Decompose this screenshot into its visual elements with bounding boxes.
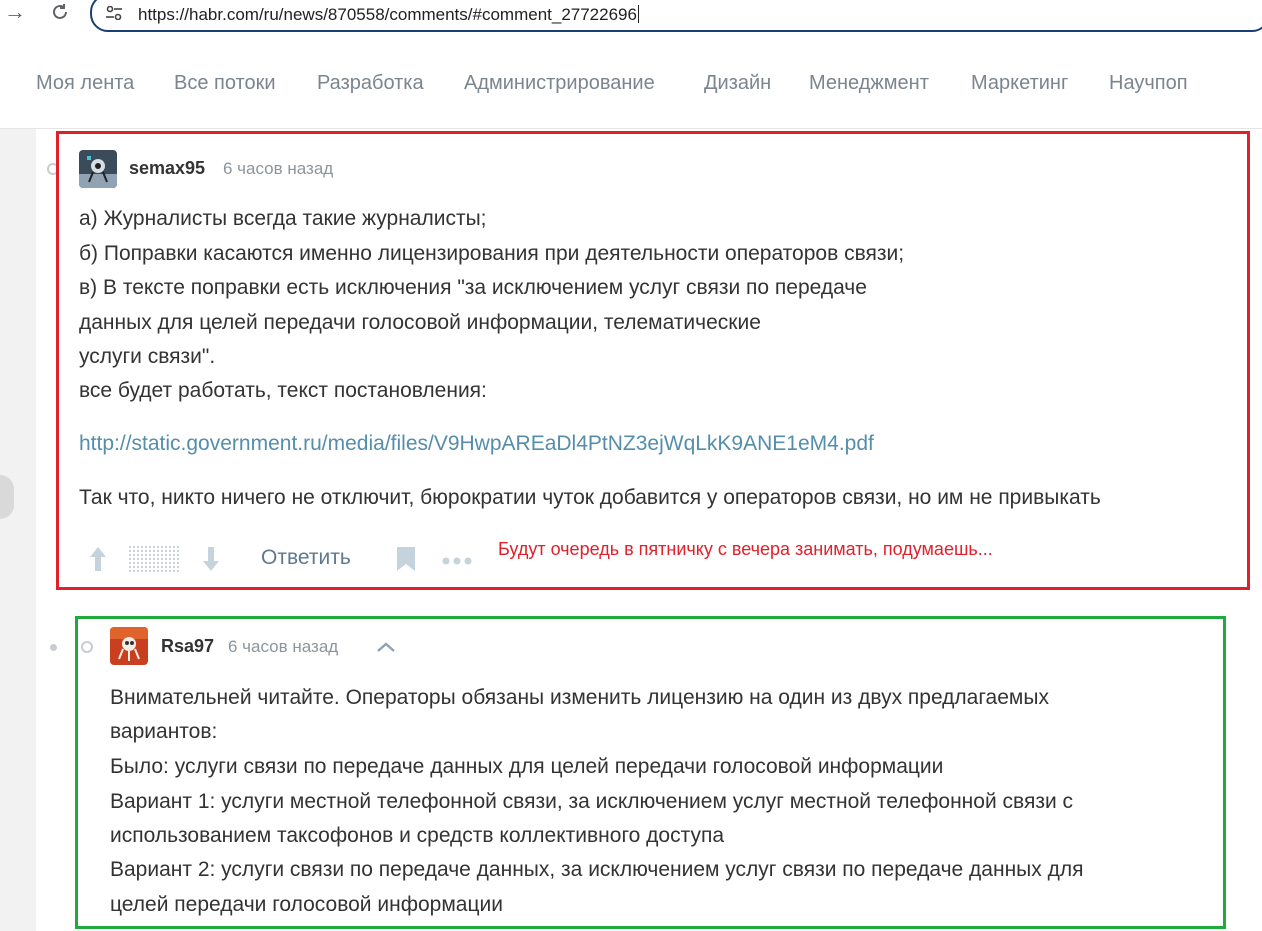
chevron-up-icon[interactable]: [376, 640, 396, 658]
nav-item-development[interactable]: Разработка: [317, 72, 424, 95]
comment-text-line: а) Журналисты всегда такие журналисты;: [79, 207, 487, 230]
comment-text-line: услуги связи".: [79, 345, 216, 368]
comment-conclusion: Так что, никто ничего не отключит, бюрок…: [79, 486, 1101, 509]
comment-author[interactable]: semax95: [129, 158, 205, 179]
comment-author[interactable]: Rsa97: [161, 636, 214, 657]
comment-text-line: б) Поправки касаются именно лицензирован…: [79, 242, 905, 265]
annotation-note: Будут очередь в пятничку с вечера занима…: [498, 539, 993, 559]
nav-item-management[interactable]: Менеджмент: [809, 72, 929, 95]
comment-text-line: все будет работать, текст постановления:: [79, 379, 487, 402]
more-dots-icon[interactable]: [442, 553, 472, 571]
reply-button[interactable]: Ответить: [261, 546, 351, 570]
nav-item-popsci[interactable]: Научпоп: [1109, 72, 1188, 95]
arrow-up-icon[interactable]: [88, 545, 108, 578]
comment-text-line: Внимательней читайте. Операторы обязаны …: [110, 686, 1049, 709]
reload-icon[interactable]: [50, 2, 70, 26]
comment-text-line: Было: услуги связи по передаче данных дл…: [110, 755, 944, 778]
comment-text-line: использованием таксофонов и средств колл…: [110, 824, 724, 847]
comment-text-line: Вариант 2: услуги связи по передаче данн…: [110, 858, 1084, 881]
nav-item-design[interactable]: Дизайн: [704, 72, 771, 95]
address-bar[interactable]: https://habr.com/ru/news/870558/comments…: [90, 0, 1262, 32]
comment-text-line: целей передачи голосовой информации: [110, 893, 503, 916]
tune-icon[interactable]: [106, 5, 122, 23]
side-scroll-handle[interactable]: [0, 475, 14, 519]
arrow-down-icon[interactable]: [201, 545, 221, 578]
nav-item-administration[interactable]: Администрирование: [464, 72, 655, 95]
comment-text-line: в) В тексте поправки есть исключения "за…: [79, 276, 867, 299]
comment-time[interactable]: 6 часов назад: [228, 637, 338, 657]
document-link[interactable]: http://static.government.ru/media/files/…: [79, 432, 874, 456]
highlight-box-red: [56, 131, 1250, 590]
nav-item-all-streams[interactable]: Все потоки: [174, 72, 276, 95]
url-text[interactable]: https://habr.com/ru/news/870558/comments…: [138, 5, 639, 25]
avatar[interactable]: [79, 150, 117, 188]
rating-placeholder: [129, 546, 179, 579]
nav-item-marketing[interactable]: Маркетинг: [971, 72, 1068, 95]
browser-toolbar: → https://habr.com/ru/news/870558/commen…: [0, 0, 1262, 40]
avatar[interactable]: [110, 627, 148, 665]
comment-text-line: вариантов:: [110, 720, 218, 743]
comment-text-line: данных для целей передачи голосовой инфо…: [79, 311, 761, 334]
comment-text-line: Вариант 1: услуги местной телефонной свя…: [110, 790, 1074, 813]
thread-marker: [50, 644, 57, 651]
site-nav: Моя лента Все потоки Разработка Админист…: [0, 40, 1262, 129]
arrow-right-icon[interactable]: →: [4, 1, 26, 23]
comment-time[interactable]: 6 часов назад: [223, 159, 333, 179]
bookmark-icon[interactable]: [396, 546, 416, 577]
nav-item-my-feed[interactable]: Моя лента: [36, 72, 134, 95]
